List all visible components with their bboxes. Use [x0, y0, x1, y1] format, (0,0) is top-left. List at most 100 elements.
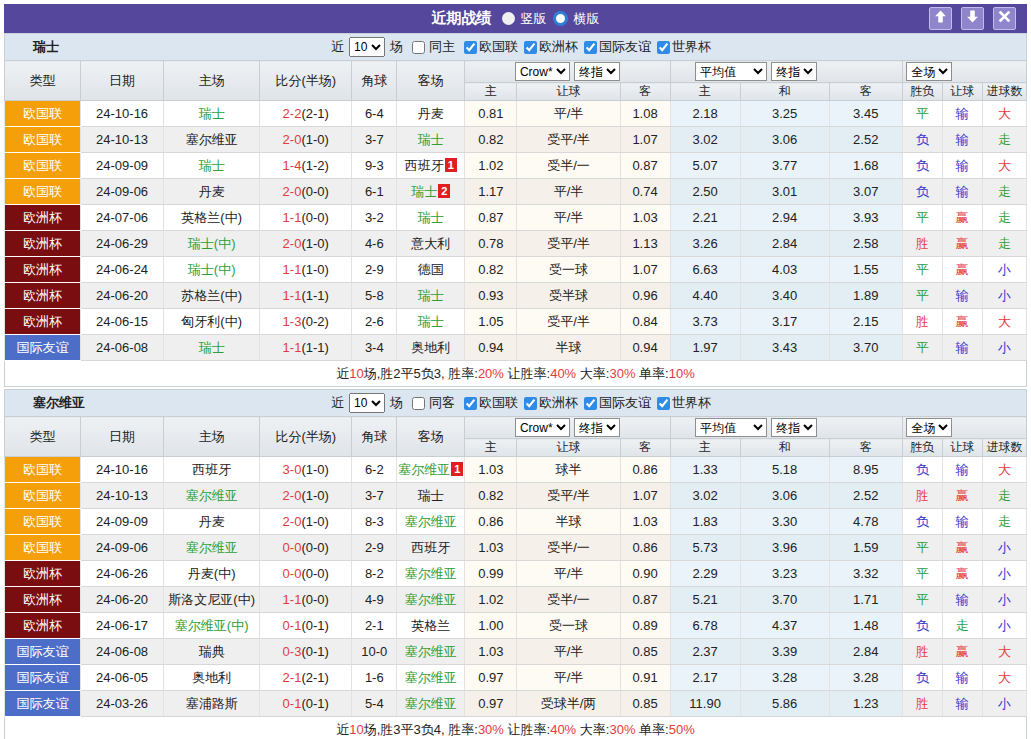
away-team-name: 塞尔维亚 — [398, 462, 450, 477]
cell-result-value: 平 — [916, 288, 929, 303]
team-section-header-switzerland: 瑞士近10场同主欧国联欧洲杯国际友谊世界杯 — [4, 33, 1027, 60]
cell-score: 0-3(0-1) — [260, 639, 352, 665]
cell-average-draw: 3.01 — [740, 179, 829, 205]
cell-average-home: 3.02 — [670, 483, 740, 509]
cell-corners: 8-3 — [352, 509, 397, 535]
same-venue-label: 同客 — [429, 394, 455, 412]
competition-checkbox-2[interactable] — [584, 397, 597, 410]
cell-corners: 2-9 — [352, 257, 397, 283]
fulltime-select[interactable]: 全场 — [906, 62, 952, 81]
cell-result-value: 平 — [916, 540, 929, 555]
cell-date: 24-10-13 — [81, 483, 164, 509]
competition-checkbox-0[interactable] — [464, 41, 477, 54]
odds-sub-header-0: 主 — [465, 83, 517, 101]
cell-result: 负 — [902, 457, 942, 483]
move-down-button[interactable] — [961, 7, 984, 30]
home-team-name: 塞尔维亚 — [186, 132, 238, 147]
cell-average-draw: 5.86 — [740, 691, 829, 717]
fulltime-select[interactable]: 全场 — [906, 418, 952, 437]
close-button[interactable] — [993, 7, 1016, 30]
cell-score: 2-0(1-0) — [260, 231, 352, 257]
match-row: 欧洲杯24-06-15匈牙利(中)1-3(0-2)2-6瑞士1.05受平/半0.… — [5, 309, 1027, 335]
recent-count-select[interactable]: 10 — [349, 393, 385, 413]
cell-away-team: 瑞士 — [397, 283, 465, 309]
cell-away-team: 西班牙 — [397, 535, 465, 561]
match-row: 国际友谊24-06-08瑞士1-1(1-1)3-4奥地利0.94半球0.941.… — [5, 335, 1027, 361]
cell-odds-home: 1.17 — [465, 179, 517, 205]
cell-result-value: 胜 — [916, 488, 929, 503]
competition-label-3: 世界杯 — [672, 38, 711, 56]
cell-goals-result: 小 — [982, 587, 1026, 613]
cell-away-team: 英格兰 — [397, 613, 465, 639]
competition-checkbox-3[interactable] — [657, 41, 670, 54]
cell-average-draw: 3.28 — [740, 665, 829, 691]
summary-segment-3: 20% — [478, 366, 504, 381]
games-label: 场 — [390, 38, 403, 56]
vertical-layout-radio[interactable] — [502, 12, 515, 25]
competition-checkbox-3[interactable] — [657, 397, 670, 410]
cell-result: 负 — [902, 153, 942, 179]
summary-segment-0: 近 — [336, 722, 349, 737]
horizontal-layout-radio[interactable] — [553, 11, 568, 26]
recent-count-select[interactable]: 10 — [349, 37, 385, 57]
team-name: 塞尔维亚 — [5, 394, 85, 412]
cell-date: 24-07-06 — [81, 205, 164, 231]
average-select[interactable]: 平均值 — [695, 62, 767, 81]
titlebar-buttons — [929, 7, 1016, 30]
panel-title: 近期战绩 — [432, 9, 492, 28]
cell-goals-result: 走 — [982, 509, 1026, 535]
cell-date: 24-09-09 — [81, 153, 164, 179]
average-stage-select[interactable]: 终指 — [771, 418, 817, 437]
halftime-score: (2-1) — [301, 106, 328, 121]
cell-goals-result-value: 大 — [998, 670, 1011, 685]
odds-stage-select[interactable]: 终指 — [574, 62, 620, 81]
cell-average-home: 2.50 — [670, 179, 740, 205]
cell-handicap-result: 赢 — [942, 205, 982, 231]
same-venue-label: 同主 — [429, 38, 455, 56]
cell-average-draw: 3.43 — [740, 335, 829, 361]
match-row: 欧国联24-10-13塞尔维亚2-0(1-0)3-7瑞士0.82受平/半1.07… — [5, 483, 1027, 509]
cell-handicap-result-value: 输 — [956, 670, 969, 685]
cell-goals-result: 小 — [982, 283, 1026, 309]
cell-score: 3-0(1-0) — [260, 457, 352, 483]
average-stage-select[interactable]: 终指 — [771, 62, 817, 81]
cell-handicap-result-value: 输 — [956, 462, 969, 477]
cell-corners: 6-4 — [352, 101, 397, 127]
odds-company-select[interactable]: Crow* — [515, 62, 570, 81]
cell-score: 1-3(0-2) — [260, 309, 352, 335]
cell-goals-result-value: 走 — [998, 184, 1011, 199]
away-team-name: 瑞士 — [418, 488, 444, 503]
cell-result: 胜 — [902, 231, 942, 257]
cell-corners: 4-6 — [352, 231, 397, 257]
odds-company-select[interactable]: Crow* — [515, 418, 570, 437]
cell-date: 24-06-24 — [81, 257, 164, 283]
cell-result: 平 — [902, 335, 942, 361]
away-team-name: 塞尔维亚 — [405, 514, 457, 529]
competition-checkbox-1[interactable] — [524, 41, 537, 54]
fulltime-score: 2-0 — [283, 514, 302, 529]
cell-average-home: 5.07 — [670, 153, 740, 179]
same-venue-checkbox[interactable] — [412, 397, 425, 410]
move-up-button[interactable] — [929, 7, 952, 30]
cell-handicap-result: 赢 — [942, 309, 982, 335]
cell-odds-handicap: 受一球 — [517, 613, 620, 639]
cell-average-home: 2.17 — [670, 665, 740, 691]
competition-checkbox-1[interactable] — [524, 397, 537, 410]
odds-stage-select[interactable]: 终指 — [574, 418, 620, 437]
cell-competition: 欧洲杯 — [5, 561, 81, 587]
same-venue-checkbox[interactable] — [412, 41, 425, 54]
average-select[interactable]: 平均值 — [695, 418, 767, 437]
competition-checkbox-2[interactable] — [584, 41, 597, 54]
result-header-2: 进球数 — [982, 439, 1026, 457]
competition-label-1: 欧洲杯 — [539, 394, 578, 412]
summary-segment-5: 40% — [550, 722, 576, 737]
cell-away-team: 瑞士2 — [397, 179, 465, 205]
cell-corners: 6-2 — [352, 457, 397, 483]
cell-odds-handicap: 半球 — [517, 335, 620, 361]
cell-handicap-result: 赢 — [942, 639, 982, 665]
halftime-score: (0-2) — [301, 314, 328, 329]
summary-segment-0: 近 — [336, 366, 349, 381]
competition-checkbox-0[interactable] — [464, 397, 477, 410]
cell-average-away: 1.59 — [829, 535, 902, 561]
cell-average-home: 2.21 — [670, 205, 740, 231]
